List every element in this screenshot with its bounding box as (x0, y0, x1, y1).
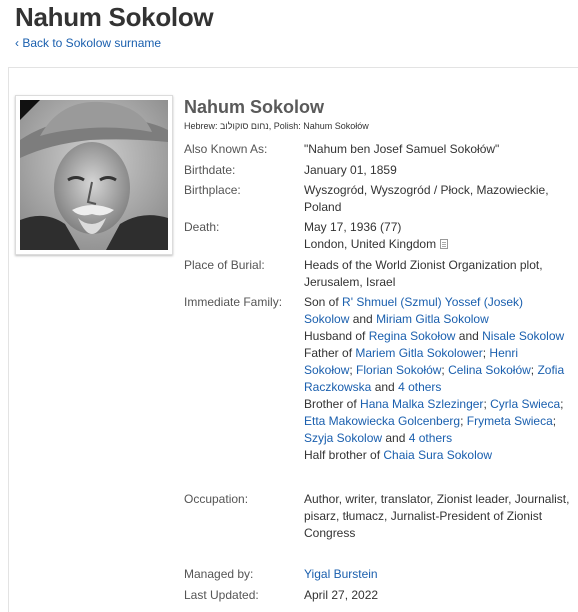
child-link[interactable]: Florian Sokołów (356, 363, 441, 377)
death-place: London, United Kingdom (304, 237, 437, 251)
children-line: Father of Mariem Gitla Sokolower; Henri … (304, 346, 565, 394)
aka-value: "Nahum ben Josef Samuel Sokołów" (304, 142, 500, 156)
profile-name: Nahum Sokolow (184, 97, 325, 117)
child-link[interactable]: Mariem Gitla Sokolower (355, 346, 482, 360)
alternate-names: Hebrew: נחום סוקולוב, Polish: Nahum Soko… (184, 121, 369, 131)
half-sibling-link[interactable]: Chaia Sura Sokolow (383, 448, 492, 462)
sibling-link[interactable]: Cyrla Swieca (490, 397, 560, 411)
burial-label: Place of Burial: (184, 258, 265, 272)
child-link[interactable]: Celina Sokołów (448, 363, 531, 377)
parents-line: Son of R' Shmuel (Szmul) Yossef (Josek) … (304, 295, 524, 326)
managed-by-value: Yigal Burstein (304, 566, 574, 583)
profile-photo[interactable] (15, 95, 173, 255)
mother-link[interactable]: Miriam Gitla Sokolow (376, 312, 489, 326)
birthdate-value: January 01, 1859 (304, 163, 397, 177)
children-more-link[interactable]: 4 others (398, 380, 441, 394)
death-value: May 17, 1936 (77) London, United Kingdom (304, 219, 574, 253)
occupation-label: Occupation: (184, 492, 249, 506)
back-to-surname-link[interactable]: ‹ Back to Sokolow surname (15, 36, 161, 50)
manager-link[interactable]: Yigal Burstein (304, 567, 378, 581)
last-updated-label: Last Updated: (184, 588, 259, 602)
death-date: May 17, 1936 (77) (304, 220, 402, 234)
burial-value: Heads of the World Zionist Organization … (304, 258, 543, 289)
managed-by-label: Managed by: (184, 567, 254, 581)
spouses-line: Husband of Regina Sokołow and Nisale Sok… (304, 329, 565, 343)
half-sibling-line: Half brother of Chaia Sura Sokolow (304, 448, 493, 462)
sibling-link[interactable]: Etta Makowiecka Golcenberg (304, 414, 460, 428)
sibling-link[interactable]: Frymeta Swieca (467, 414, 553, 428)
portrait-image (20, 100, 168, 250)
source-document-icon[interactable] (440, 239, 449, 249)
sibling-link[interactable]: Hana Malka Szlezinger (360, 397, 483, 411)
last-updated-value: April 27, 2022 (304, 588, 379, 602)
death-place-line: London, United Kingdom (304, 236, 574, 253)
aka-label: Also Known As: (184, 142, 268, 156)
wife-link[interactable]: Nisale Sokolow (482, 329, 564, 343)
birthplace-label: Birthplace: (184, 183, 241, 197)
death-label: Death: (184, 220, 220, 234)
birthplace-value: Wyszogród, Wyszogród / Płock, Mazowiecki… (304, 183, 549, 214)
siblings-more-link[interactable]: 4 others (409, 431, 452, 445)
occupation-value: Author, writer, translator, Zionist lead… (304, 492, 570, 540)
family-value: Son of R' Shmuel (Szmul) Yossef (Josek) … (304, 294, 566, 464)
family-label: Immediate Family: (184, 295, 283, 309)
birthdate-label: Birthdate: (184, 163, 236, 177)
page-title: Nahum Sokolow (15, 2, 214, 32)
wife-link[interactable]: Regina Sokołow (369, 329, 456, 343)
siblings-line: Brother of Hana Malka Szlezinger; Cyrla … (304, 397, 564, 445)
sibling-link[interactable]: Szyja Sokolow (304, 431, 382, 445)
